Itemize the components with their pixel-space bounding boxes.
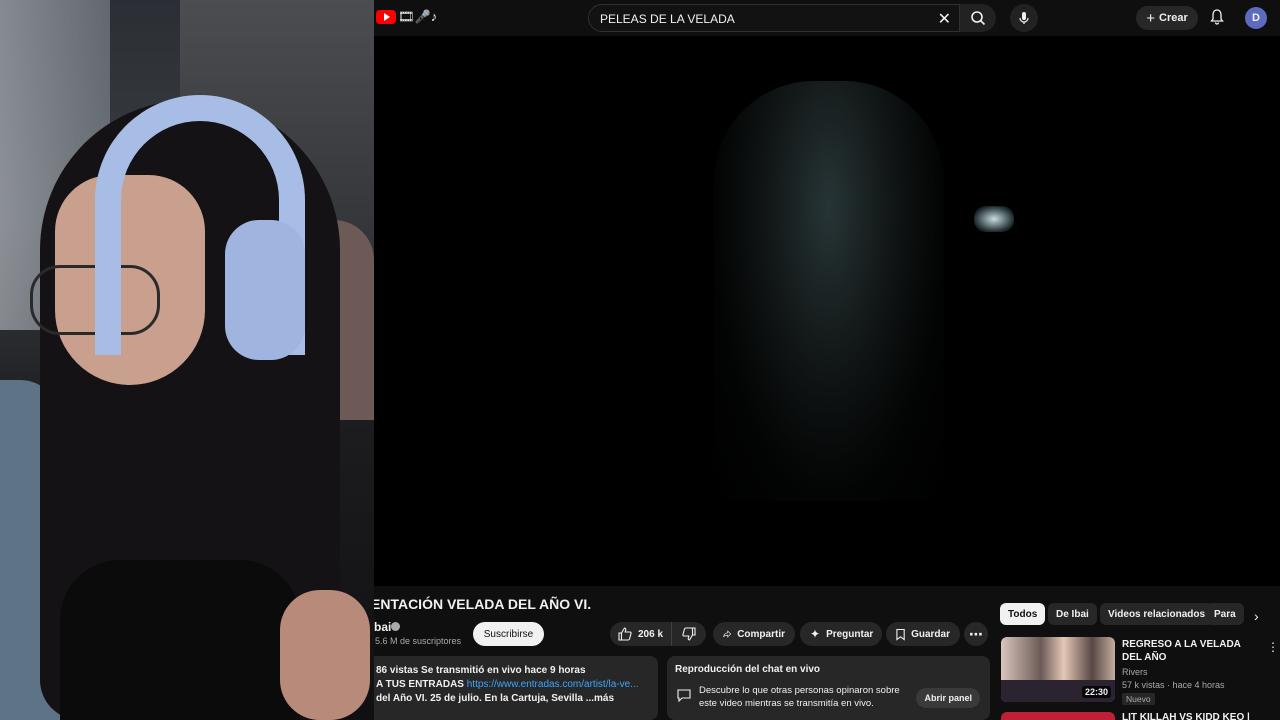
ask-button[interactable]: ✦ Preguntar xyxy=(800,622,882,646)
recommendation-channel[interactable]: Rivers xyxy=(1122,667,1148,677)
screen: 🎞🎤♪ PELEAS DE LA VELADA ✕ + Crear D ENTA… xyxy=(0,0,1280,720)
new-badge: Nuevo xyxy=(1122,693,1155,705)
show-more-link[interactable]: ...más xyxy=(586,693,614,704)
plus-icon: + xyxy=(1146,9,1155,27)
recommendation-meta: 57 k vistas · hace 4 horas xyxy=(1122,680,1225,690)
chevron-right-icon[interactable]: › xyxy=(1254,608,1259,624)
thumbs-up-icon xyxy=(618,627,632,641)
stream-date: Se transmitió en vivo hace 9 horas xyxy=(421,665,586,676)
recommendation-title[interactable]: REGRESO A LA VELADA DEL AÑO xyxy=(1122,638,1252,664)
more-actions-button[interactable]: ⋯ xyxy=(964,622,988,646)
search-input[interactable]: PELEAS DE LA VELADA xyxy=(600,12,735,26)
doodle-icon[interactable]: 🎞🎤♪ xyxy=(398,9,437,25)
voice-search-button[interactable] xyxy=(1010,4,1038,32)
like-count: 206 k xyxy=(637,628,664,640)
recommendation-title-2[interactable]: LIT KILLAH VS KIDD KEO | xyxy=(1122,712,1250,720)
video-player[interactable] xyxy=(374,36,1280,586)
like-dislike-group: 206 k xyxy=(610,622,706,646)
save-label: Guardar xyxy=(911,628,950,640)
search-box[interactable]: PELEAS DE LA VELADA ✕ xyxy=(588,4,960,32)
live-chat-replay-box: Reproducción del chat en vivo Descubre l… xyxy=(667,656,990,720)
view-count: 86 vistas xyxy=(376,665,419,676)
sparkle-icon: ✦ xyxy=(810,627,821,641)
verified-icon xyxy=(391,622,400,631)
event-info: del Año VI. 25 de julio. En la Cartuja, … xyxy=(376,693,583,704)
share-label: Compartir xyxy=(737,628,785,640)
account-avatar[interactable]: D xyxy=(1245,7,1267,29)
description-box[interactable]: 86 vistas Se transmitió en vivo hace 9 h… xyxy=(374,656,658,720)
chat-replay-title: Reproducción del chat en vivo xyxy=(675,664,821,675)
microphone-icon xyxy=(1019,12,1029,24)
tickets-link[interactable]: https://www.entradas.com/artist/la-ve... xyxy=(467,679,639,690)
video-frame-figure xyxy=(714,81,944,501)
more-vertical-icon[interactable]: ⋮ xyxy=(1267,640,1279,654)
video-frame-highlight xyxy=(974,206,1014,232)
video-duration: 22:30 xyxy=(1081,686,1111,698)
description-line-2: A TUS ENTRADAS https://www.entradas.com/… xyxy=(376,678,646,692)
notifications-button[interactable] xyxy=(1208,8,1226,26)
chip-related[interactable]: Videos relacionados xyxy=(1100,603,1214,625)
chip-from-channel[interactable]: De Ibai xyxy=(1048,603,1097,625)
masthead: 🎞🎤♪ PELEAS DE LA VELADA ✕ + Crear D xyxy=(374,0,1280,36)
create-label: Crear xyxy=(1159,12,1188,24)
dislike-button[interactable] xyxy=(672,622,706,646)
create-button[interactable]: + Crear xyxy=(1136,6,1198,30)
recommendation-chips: Todos De Ibai Videos relacionados Para xyxy=(1000,603,1280,625)
search-button[interactable] xyxy=(960,4,996,32)
chip-all[interactable]: Todos xyxy=(1000,603,1046,625)
share-button[interactable]: Compartir xyxy=(713,622,795,646)
description-line-3: del Año VI. 25 de julio. En la Cartuja, … xyxy=(376,692,646,706)
like-button[interactable]: 206 k xyxy=(610,622,672,646)
more-horizontal-icon: ⋯ xyxy=(969,625,983,642)
webcam-headset-cup xyxy=(225,220,305,360)
search-icon xyxy=(971,11,986,26)
open-panel-button[interactable]: Abrir panel xyxy=(916,688,980,708)
share-icon xyxy=(723,630,732,638)
chat-replay-description: Descubre lo que otras personas opinaron … xyxy=(699,685,900,709)
subscribe-button[interactable]: Suscribirse xyxy=(473,622,544,646)
recommendation-thumbnail[interactable]: 22:30 xyxy=(1001,637,1115,702)
webcam-hand xyxy=(280,590,370,720)
clear-search-icon[interactable]: ✕ xyxy=(938,9,951,29)
save-button[interactable]: Guardar xyxy=(886,622,960,646)
subscriber-count: 5.6 M de suscriptores xyxy=(375,636,462,646)
chip-for-you[interactable]: Para xyxy=(1206,603,1244,625)
youtube-logo-icon[interactable] xyxy=(376,10,396,24)
youtube-page: 🎞🎤♪ PELEAS DE LA VELADA ✕ + Crear D ENTA… xyxy=(374,0,1280,720)
video-title: ENTACIÓN VELADA DEL AÑO VI. xyxy=(374,596,592,612)
tickets-text: A TUS ENTRADAS xyxy=(376,679,464,690)
bell-icon xyxy=(1210,9,1224,25)
webcam-top xyxy=(60,560,300,720)
ask-label: Preguntar xyxy=(826,628,874,640)
thumbs-down-icon xyxy=(682,627,696,641)
channel-name[interactable]: bai xyxy=(374,620,391,634)
recommendation-thumbnail-2[interactable] xyxy=(1001,712,1115,720)
chat-bubble-icon xyxy=(677,689,691,702)
description-line-1: 86 vistas Se transmitió en vivo hace 9 h… xyxy=(376,664,646,678)
webcam-overlay xyxy=(0,0,374,720)
bookmark-icon xyxy=(896,628,905,641)
